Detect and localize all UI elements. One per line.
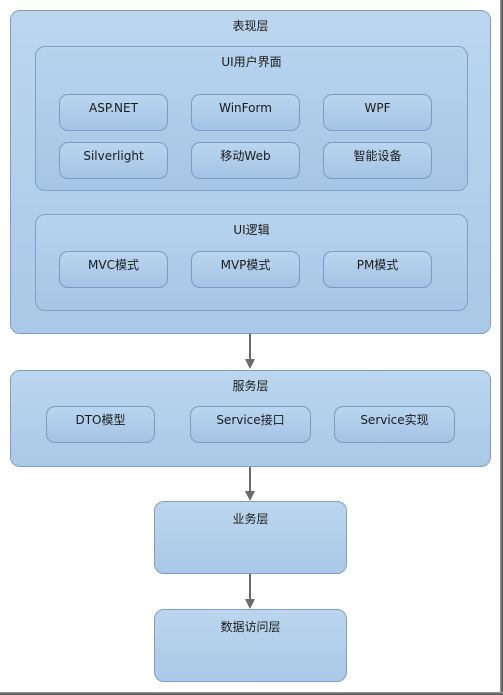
data-access-layer: 数据访问层	[154, 609, 347, 682]
arrow-business-to-data-line	[249, 574, 251, 600]
arrow-presentation-to-service-head	[245, 359, 255, 369]
arrow-business-to-data-head	[245, 599, 255, 609]
service-item-interface: Service接口	[190, 406, 311, 443]
arrow-presentation-to-service-line	[249, 334, 251, 360]
ui-interface-group: UI用户界面 ASP.NET WinForm WPF Silverlight 移…	[35, 46, 468, 191]
ui-item-mobile-web: 移动Web	[191, 142, 300, 179]
business-layer-title: 业务层	[232, 512, 269, 526]
presentation-layer-title: 表现层	[232, 19, 269, 33]
service-item-implementation: Service实现	[334, 406, 455, 443]
ui-interface-title: UI用户界面	[221, 55, 282, 69]
presentation-layer: 表现层 UI用户界面 ASP.NET WinForm WPF Silverlig…	[10, 10, 491, 334]
ui-item-silverlight: Silverlight	[59, 142, 168, 179]
ui-logic-mvc: MVC模式	[59, 251, 168, 288]
business-layer: 业务层	[154, 501, 347, 574]
ui-item-smart-device: 智能设备	[323, 142, 432, 179]
service-layer-title: 服务层	[232, 379, 269, 393]
service-layer: 服务层 DTO模型 Service接口 Service实现	[10, 370, 491, 467]
ui-item-wpf: WPF	[323, 94, 432, 131]
arrow-service-to-business-line	[249, 467, 251, 492]
data-access-layer-title: 数据访问层	[220, 620, 281, 634]
ui-item-aspnet: ASP.NET	[59, 94, 168, 131]
arrow-service-to-business-head	[245, 491, 255, 501]
ui-item-winform: WinForm	[191, 94, 300, 131]
service-item-dto: DTO模型	[46, 406, 155, 443]
ui-logic-group: UI逻辑 MVC模式 MVP模式 PM模式	[35, 214, 468, 311]
ui-logic-pm: PM模式	[323, 251, 432, 288]
ui-logic-mvp: MVP模式	[191, 251, 300, 288]
ui-logic-title: UI逻辑	[233, 223, 270, 237]
